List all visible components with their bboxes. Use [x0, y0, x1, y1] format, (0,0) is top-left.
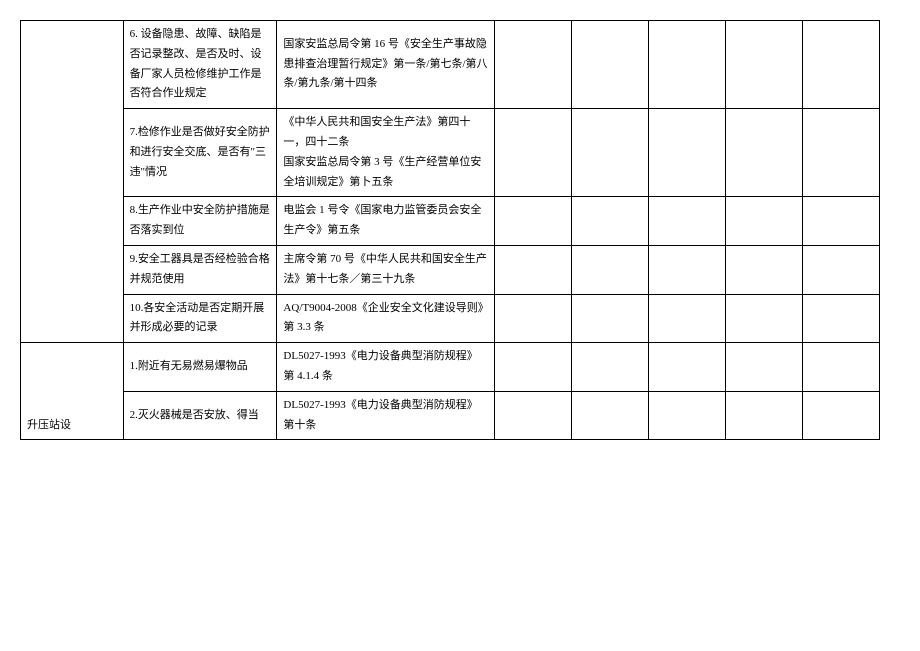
item-cell: 1.附近有无易燃易爆物品 — [123, 343, 277, 392]
item-cell: 7.检修作业是否做好安全防护和进行安全交底、是否有"三违"情况 — [123, 109, 277, 197]
basis-cell: DL5027-1993《电力设备典型消防规程》第十条 — [277, 391, 495, 440]
table-row: 9.安全工器具是否经检验合格并规范使用 主席令第 70 号《中华人民共和国安全生… — [21, 245, 880, 294]
empty-cell — [803, 391, 880, 440]
empty-cell — [572, 197, 649, 246]
item-cell: 8.生产作业中安全防护措施是否落实到位 — [123, 197, 277, 246]
table-row: 6. 设备隐患、故障、缺陷是否记录整改、是否及时、设备厂家人员检修维护工作是否符… — [21, 21, 880, 109]
empty-cell — [495, 391, 572, 440]
empty-cell — [649, 245, 726, 294]
document-table: 6. 设备隐患、故障、缺陷是否记录整改、是否及时、设备厂家人员检修维护工作是否符… — [20, 20, 880, 440]
empty-cell — [649, 343, 726, 392]
item-cell: 10.各安全活动是否定期开展并形成必要的记录 — [123, 294, 277, 343]
empty-cell — [495, 197, 572, 246]
table-row: 2.灭火器械是否安放、得当 DL5027-1993《电力设备典型消防规程》第十条 — [21, 391, 880, 440]
basis-cell: 国家安监总局令第 16 号《安全生产事故隐患排查治理暂行规定》第一条/第七条/第… — [277, 21, 495, 109]
empty-cell — [803, 343, 880, 392]
category-cell: 升压站设 — [21, 343, 124, 440]
empty-cell — [803, 197, 880, 246]
empty-cell — [649, 391, 726, 440]
empty-cell — [495, 343, 572, 392]
table-row: 10.各安全活动是否定期开展并形成必要的记录 AQ/T9004-2008《企业安… — [21, 294, 880, 343]
empty-cell — [649, 21, 726, 109]
empty-cell — [572, 294, 649, 343]
empty-cell — [495, 21, 572, 109]
basis-cell: 主席令第 70 号《中华人民共和国安全生产法》第十七条／第三十九条 — [277, 245, 495, 294]
empty-cell — [572, 21, 649, 109]
empty-cell — [649, 109, 726, 197]
item-cell: 2.灭火器械是否安放、得当 — [123, 391, 277, 440]
item-cell: 6. 设备隐患、故障、缺陷是否记录整改、是否及时、设备厂家人员检修维护工作是否符… — [123, 21, 277, 109]
empty-cell — [572, 245, 649, 294]
empty-cell — [495, 294, 572, 343]
empty-cell — [495, 109, 572, 197]
empty-cell — [572, 391, 649, 440]
empty-cell — [572, 109, 649, 197]
empty-cell — [726, 245, 803, 294]
category-cell — [21, 21, 124, 343]
empty-cell — [726, 391, 803, 440]
empty-cell — [726, 197, 803, 246]
basis-cell: AQ/T9004-2008《企业安全文化建设导则》第 3.3 条 — [277, 294, 495, 343]
empty-cell — [495, 245, 572, 294]
empty-cell — [803, 294, 880, 343]
empty-cell — [803, 245, 880, 294]
table-row: 升压站设 1.附近有无易燃易爆物品 DL5027-1993《电力设备典型消防规程… — [21, 343, 880, 392]
table-row: 8.生产作业中安全防护措施是否落实到位 电监会 1 号令《国家电力监管委员会安全… — [21, 197, 880, 246]
empty-cell — [649, 294, 726, 343]
item-cell: 9.安全工器具是否经检验合格并规范使用 — [123, 245, 277, 294]
empty-cell — [803, 109, 880, 197]
basis-cell: 电监会 1 号令《国家电力监管委员会安全生产令》第五条 — [277, 197, 495, 246]
basis-cell: 《中华人民共和国安全生产法》第四十一，四十二条 国家安监总局令第 3 号《生产经… — [277, 109, 495, 197]
empty-cell — [572, 343, 649, 392]
empty-cell — [726, 343, 803, 392]
basis-cell: DL5027-1993《电力设备典型消防规程》第 4.1.4 条 — [277, 343, 495, 392]
empty-cell — [726, 294, 803, 343]
empty-cell — [649, 197, 726, 246]
empty-cell — [726, 109, 803, 197]
empty-cell — [726, 21, 803, 109]
table-row: 7.检修作业是否做好安全防护和进行安全交底、是否有"三违"情况 《中华人民共和国… — [21, 109, 880, 197]
empty-cell — [803, 21, 880, 109]
